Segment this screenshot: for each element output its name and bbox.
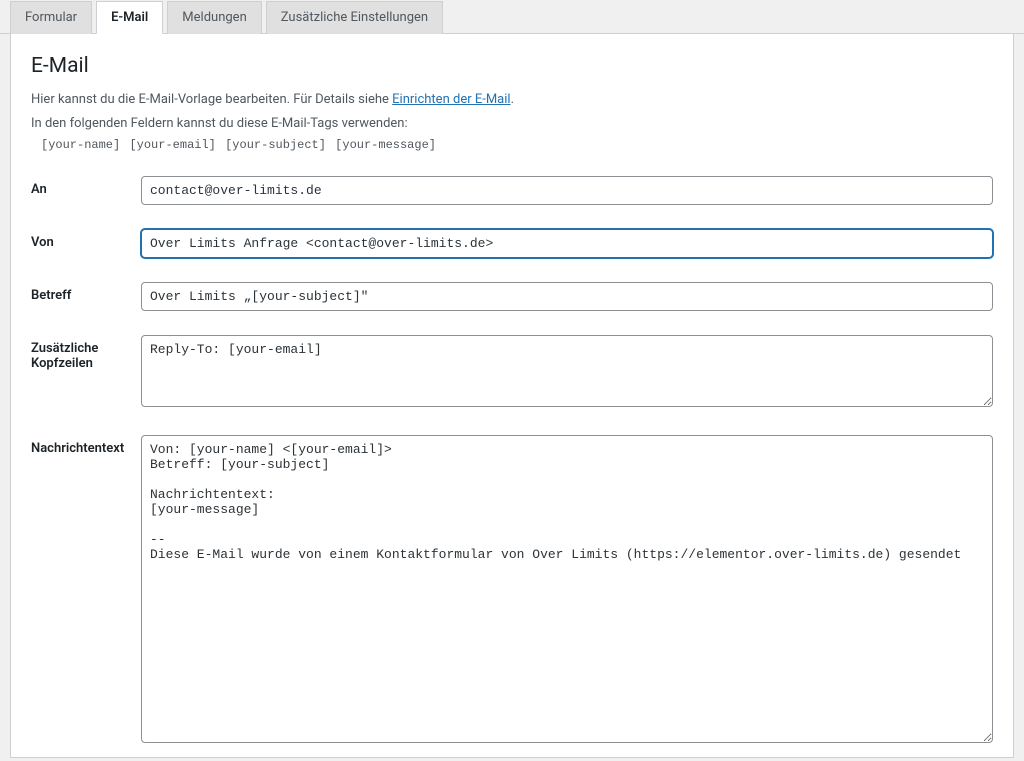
tabs-bar: Formular E-Mail Meldungen Zusätzliche Ei… [0, 0, 1024, 34]
label-headers: Zusätzliche Kopfzeilen [31, 335, 141, 371]
input-subject[interactable] [141, 282, 993, 311]
row-from: Von [31, 229, 993, 258]
email-panel: E-Mail Hier kannst du die E-Mail-Vorlage… [10, 34, 1014, 758]
input-from[interactable] [141, 229, 993, 258]
row-to: An [31, 176, 993, 205]
label-body: Nachrichtentext [31, 435, 141, 456]
intro-text-a: Hier kannst du die E-Mail-Vorlage bearbe… [31, 92, 392, 107]
label-subject: Betreff [31, 282, 141, 303]
label-to: An [31, 176, 141, 197]
row-headers: Zusätzliche Kopfzeilen [31, 335, 993, 411]
tab-email[interactable]: E-Mail [96, 1, 163, 34]
tab-additional-settings[interactable]: Zusätzliche Einstellungen [266, 1, 443, 34]
tab-meldungen[interactable]: Meldungen [167, 1, 261, 34]
tag-your-email: [your-email] [129, 138, 215, 152]
label-from: Von [31, 229, 141, 250]
textarea-headers[interactable] [141, 335, 993, 407]
intro-line-2: In den folgenden Feldern kannst du diese… [31, 114, 993, 134]
intro-line-1: Hier kannst du die E-Mail-Vorlage bearbe… [31, 90, 993, 110]
tag-your-name: [your-name] [41, 138, 120, 152]
tag-your-subject: [your-subject] [225, 138, 326, 152]
intro-link[interactable]: Einrichten der E-Mail [392, 92, 510, 107]
row-subject: Betreff [31, 282, 993, 311]
tag-your-message: [your-message] [335, 138, 436, 152]
email-tags: [your-name] [your-email] [your-subject] … [31, 137, 993, 152]
input-to[interactable] [141, 176, 993, 205]
textarea-body[interactable] [141, 435, 993, 743]
tab-formular[interactable]: Formular [10, 1, 92, 34]
panel-heading: E-Mail [31, 54, 993, 78]
intro-text-b: . [511, 92, 514, 107]
row-body: Nachrichtentext [31, 435, 993, 747]
